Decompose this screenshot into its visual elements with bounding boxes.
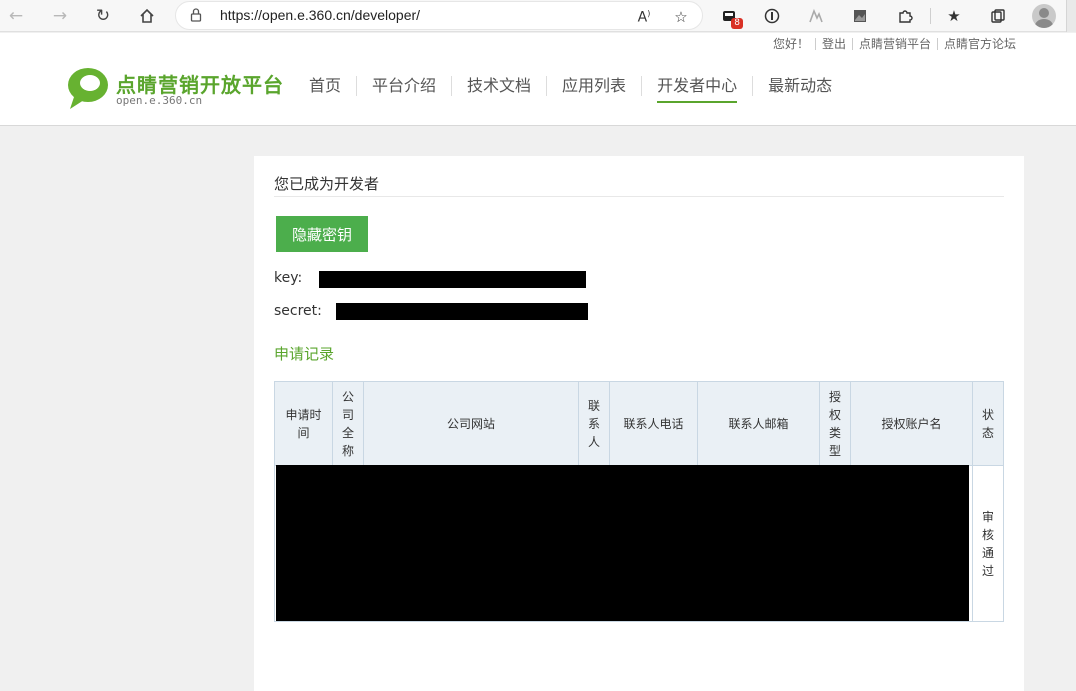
nav-platform-intro[interactable]: 平台介绍 [356,76,451,96]
hide-key-button[interactable]: 隐藏密钥 [276,216,368,252]
col-contact-phone: 联系人电话 [609,381,698,466]
forward-arrow-icon[interactable]: → [48,4,72,28]
main-nav: 首页 平台介绍 技术文档 应用列表 开发者中心 最新动态 [294,76,847,103]
address-bar[interactable]: https://open.e.360.cn/developer/ A) ☆ [175,1,703,30]
picture-extension-icon[interactable] [848,4,872,28]
col-company-site: 公司网站 [363,381,579,466]
row-status-cell: 审核通过 [972,465,1004,622]
mountain-extension-icon[interactable] [804,4,828,28]
col-contact-email: 联系人邮箱 [697,381,820,466]
col-status: 状态 [972,381,1004,466]
developer-card: 您已成为开发者 隐藏密钥 key: secret: 申请记录 申请时间 公司全称… [254,156,1024,691]
nav-developer-center[interactable]: 开发者中心 [641,76,752,103]
logo-subtitle: open.e.360.cn [116,94,203,107]
toolbar-separator [930,8,931,24]
secret-label: secret: [274,303,322,319]
site-logo[interactable]: 点睛营销开放平台 open.e.360.cn [64,63,284,113]
browser-toolbar: ← → ↻ https://open.e.360.cn/developer/ A… [0,0,1076,32]
col-contact: 联系人 [578,381,610,466]
collections-icon[interactable] [986,4,1010,28]
add-favorite-icon[interactable]: ☆ [670,6,692,28]
site-header: 您好！ 登出 点睛营销平台 点睛官方论坛 点睛营销开放平台 open.e.360… [0,33,1076,126]
marketing-platform-link[interactable]: 点睛营销平台 [851,38,937,50]
nav-tech-docs[interactable]: 技术文档 [451,76,546,96]
logo-bubble-icon [68,68,108,109]
col-auth-account: 授权账户名 [850,381,973,466]
favorites-icon[interactable]: ★ [942,4,966,28]
extension-count-badge: 8 [731,18,743,29]
profile-avatar[interactable] [1032,4,1056,28]
puzzle-extensions-icon[interactable] [893,4,917,28]
nav-latest-news[interactable]: 最新动态 [752,76,847,96]
back-arrow-icon[interactable]: ← [4,4,28,28]
greeting-text: 您好！ [772,37,809,51]
home-icon[interactable] [135,4,159,28]
title-divider [274,196,1004,197]
key-label: key: [274,270,303,286]
lock-icon[interactable] [190,7,202,27]
secret-value-redacted [336,303,588,320]
reload-icon[interactable]: ↻ [91,4,115,28]
col-apply-time: 申请时间 [274,381,333,466]
top-links: 您好！ 登出 点睛营销平台 点睛官方论坛 [767,38,1022,50]
table-header-row: 申请时间 公司全称 公司网站 联系人 联系人电话 联系人邮箱 授权类型 授权账户… [274,381,1004,466]
url-text: https://open.e.360.cn/developer/ [220,7,421,23]
scrollbar-edge [1066,0,1076,32]
nav-app-list[interactable]: 应用列表 [546,76,641,96]
info-circle-icon[interactable] [760,4,784,28]
logout-link[interactable]: 登出 [814,38,852,50]
row-redacted [276,465,969,621]
status-text: 审核通过 [981,509,994,578]
extension-badge-icon[interactable]: 8 [717,4,743,29]
col-auth-type: 授权类型 [819,381,851,466]
nav-home[interactable]: 首页 [294,76,356,96]
records-title: 申请记录 [274,345,335,363]
col-company-name: 公司全称 [332,381,364,466]
key-value-redacted [319,271,586,288]
read-aloud-icon[interactable]: A) [633,6,655,28]
card-title: 您已成为开发者 [274,175,380,193]
official-forum-link[interactable]: 点睛官方论坛 [936,38,1022,50]
